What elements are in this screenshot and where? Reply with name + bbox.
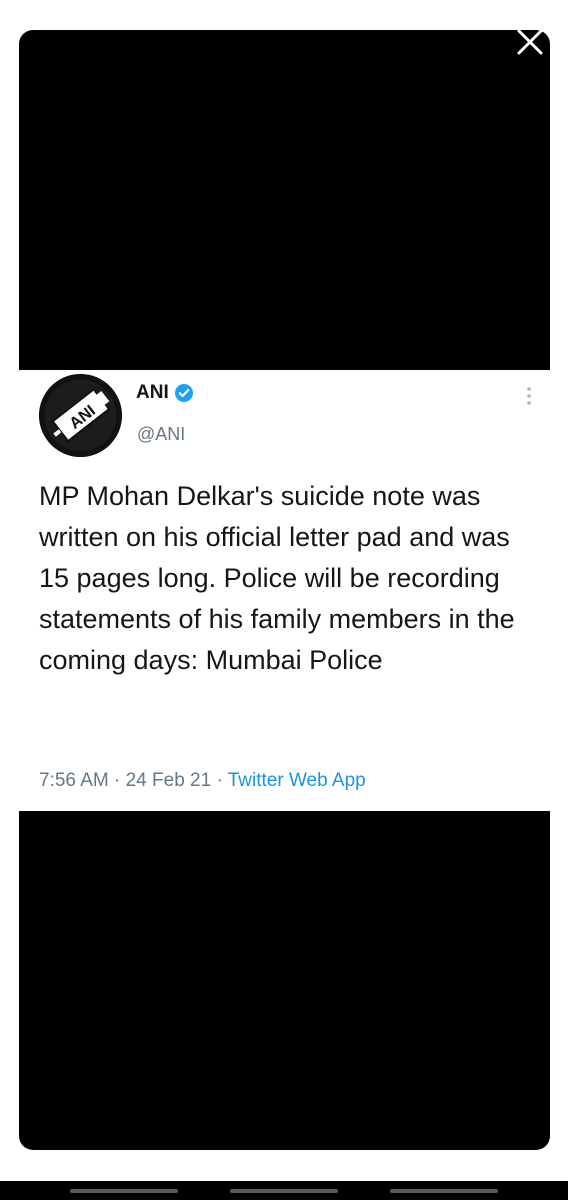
nav-pill [390, 1189, 498, 1193]
nav-pill [230, 1189, 338, 1193]
meta-separator: · [216, 770, 223, 791]
author-name[interactable]: ANI [136, 382, 194, 404]
close-icon [517, 29, 543, 55]
close-button[interactable] [510, 22, 550, 62]
system-nav-bar [0, 1181, 568, 1200]
meta-separator: · [114, 770, 121, 791]
tweet-source[interactable]: Twitter Web App [228, 770, 366, 791]
tweet-card: ANI ANI @ANI MP Mohan Delkar's suicide n… [19, 370, 550, 811]
author-name-text: ANI [136, 382, 169, 403]
tweet-date[interactable]: 24 Feb 21 [126, 770, 212, 791]
ani-logo: ANI [39, 374, 122, 457]
tweet-meta: 7:56 AM · 24 Feb 21 · Twitter Web App [39, 770, 366, 792]
avatar[interactable]: ANI [39, 374, 122, 457]
nav-pill [70, 1189, 178, 1193]
tweet-time[interactable]: 7:56 AM [39, 770, 109, 791]
more-options-button[interactable] [519, 384, 539, 408]
author-handle[interactable]: @ANI [137, 424, 185, 445]
more-vertical-icon [527, 387, 531, 405]
verified-badge-icon [174, 383, 194, 403]
tweet-text: MP Mohan Delkar's suicide note was writt… [39, 481, 515, 675]
